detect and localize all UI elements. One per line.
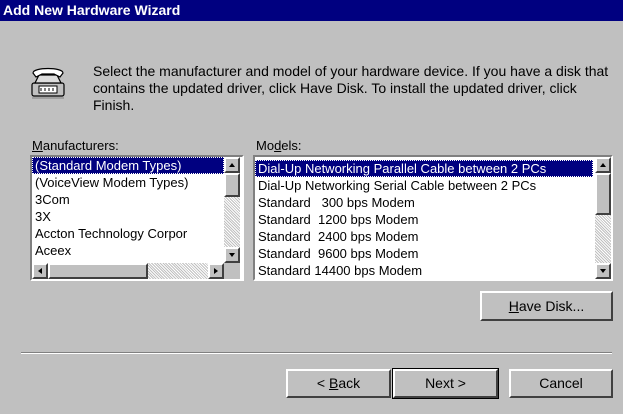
arrow-down-icon bbox=[229, 253, 235, 257]
back-button[interactable]: < Back bbox=[286, 369, 391, 398]
models-list: Dial-Up Networking Parallel Cable betwee… bbox=[255, 160, 593, 279]
horizontal-scroll-thumb[interactable] bbox=[48, 263, 148, 279]
back-label-pre: < bbox=[316, 375, 329, 391]
manufacturers-listbox[interactable]: (Standard Modem Types) (VoiceView Modem … bbox=[30, 155, 244, 281]
arrow-left-icon bbox=[38, 268, 42, 274]
instruction-text: Select the manufacturer and model of you… bbox=[93, 63, 609, 113]
manufacturer-item[interactable]: (VoiceView Modem Types) bbox=[32, 174, 224, 191]
manufacturers-list: (Standard Modem Types) (VoiceView Modem … bbox=[32, 157, 224, 263]
vertical-scroll-thumb[interactable] bbox=[224, 173, 240, 197]
model-item[interactable]: Standard 9600 bps Modem bbox=[255, 245, 593, 262]
next-label: Next > bbox=[425, 375, 466, 391]
manufacturer-item[interactable]: Aceex bbox=[32, 242, 224, 259]
scroll-up-button[interactable] bbox=[595, 157, 611, 173]
model-item[interactable]: Standard 300 bps Modem bbox=[255, 194, 593, 211]
model-item[interactable]: Standard 1200 bps Modem bbox=[255, 211, 593, 228]
models-label-post: els: bbox=[281, 138, 302, 153]
cancel-button[interactable]: Cancel bbox=[509, 369, 613, 398]
scroll-corner bbox=[224, 263, 240, 279]
scroll-right-button[interactable] bbox=[208, 263, 224, 279]
models-label: Models: bbox=[256, 138, 302, 153]
models-listbox[interactable]: Dial-Up Networking Parallel Cable betwee… bbox=[253, 155, 613, 281]
arrow-right-icon bbox=[214, 268, 218, 274]
have-disk-button[interactable]: Have Disk... bbox=[480, 291, 613, 321]
have-disk-label-accel: H bbox=[508, 298, 519, 314]
vertical-scroll-thumb[interactable] bbox=[595, 173, 611, 215]
cancel-label: Cancel bbox=[539, 375, 583, 391]
arrow-up-icon bbox=[229, 163, 235, 167]
window-titlebar[interactable]: Add New Hardware Wizard bbox=[0, 0, 623, 21]
scroll-down-button[interactable] bbox=[595, 263, 611, 279]
manufacturer-item[interactable]: (Standard Modem Types) bbox=[32, 157, 224, 174]
manufacturer-item[interactable]: Accton Technology Corpor bbox=[32, 225, 224, 242]
wizard-body: Select the manufacturer and model of you… bbox=[0, 21, 623, 414]
manufacturers-label-accel: M bbox=[32, 138, 43, 153]
model-item[interactable]: Dial-Up Networking Serial Cable between … bbox=[255, 177, 593, 194]
have-disk-label-post: ave Disk... bbox=[518, 298, 585, 314]
manufacturers-label: Manufacturers: bbox=[32, 138, 119, 153]
model-item[interactable]: Standard 14400 bps Modem bbox=[255, 262, 593, 279]
manufacturer-item[interactable]: 3X bbox=[32, 208, 224, 225]
telephone-modem-icon bbox=[29, 65, 67, 101]
scroll-down-button[interactable] bbox=[224, 247, 240, 263]
models-label-pre: Mo bbox=[256, 138, 275, 153]
manufacturer-item[interactable]: 3Com bbox=[32, 191, 224, 208]
button-separator bbox=[21, 352, 612, 354]
back-label-accel: B bbox=[328, 375, 339, 391]
back-label-post: ack bbox=[338, 375, 361, 391]
next-button[interactable]: Next > bbox=[392, 368, 499, 399]
scroll-up-button[interactable] bbox=[224, 157, 240, 173]
model-item[interactable]: Dial-Up Networking Parallel Cable betwee… bbox=[255, 160, 593, 177]
arrow-down-icon bbox=[600, 269, 606, 273]
manufacturers-label-post: anufacturers: bbox=[42, 138, 119, 153]
arrow-up-icon bbox=[600, 163, 606, 167]
scroll-left-button[interactable] bbox=[32, 263, 48, 279]
model-item[interactable]: Standard 2400 bps Modem bbox=[255, 228, 593, 245]
window-title: Add New Hardware Wizard bbox=[3, 2, 181, 18]
